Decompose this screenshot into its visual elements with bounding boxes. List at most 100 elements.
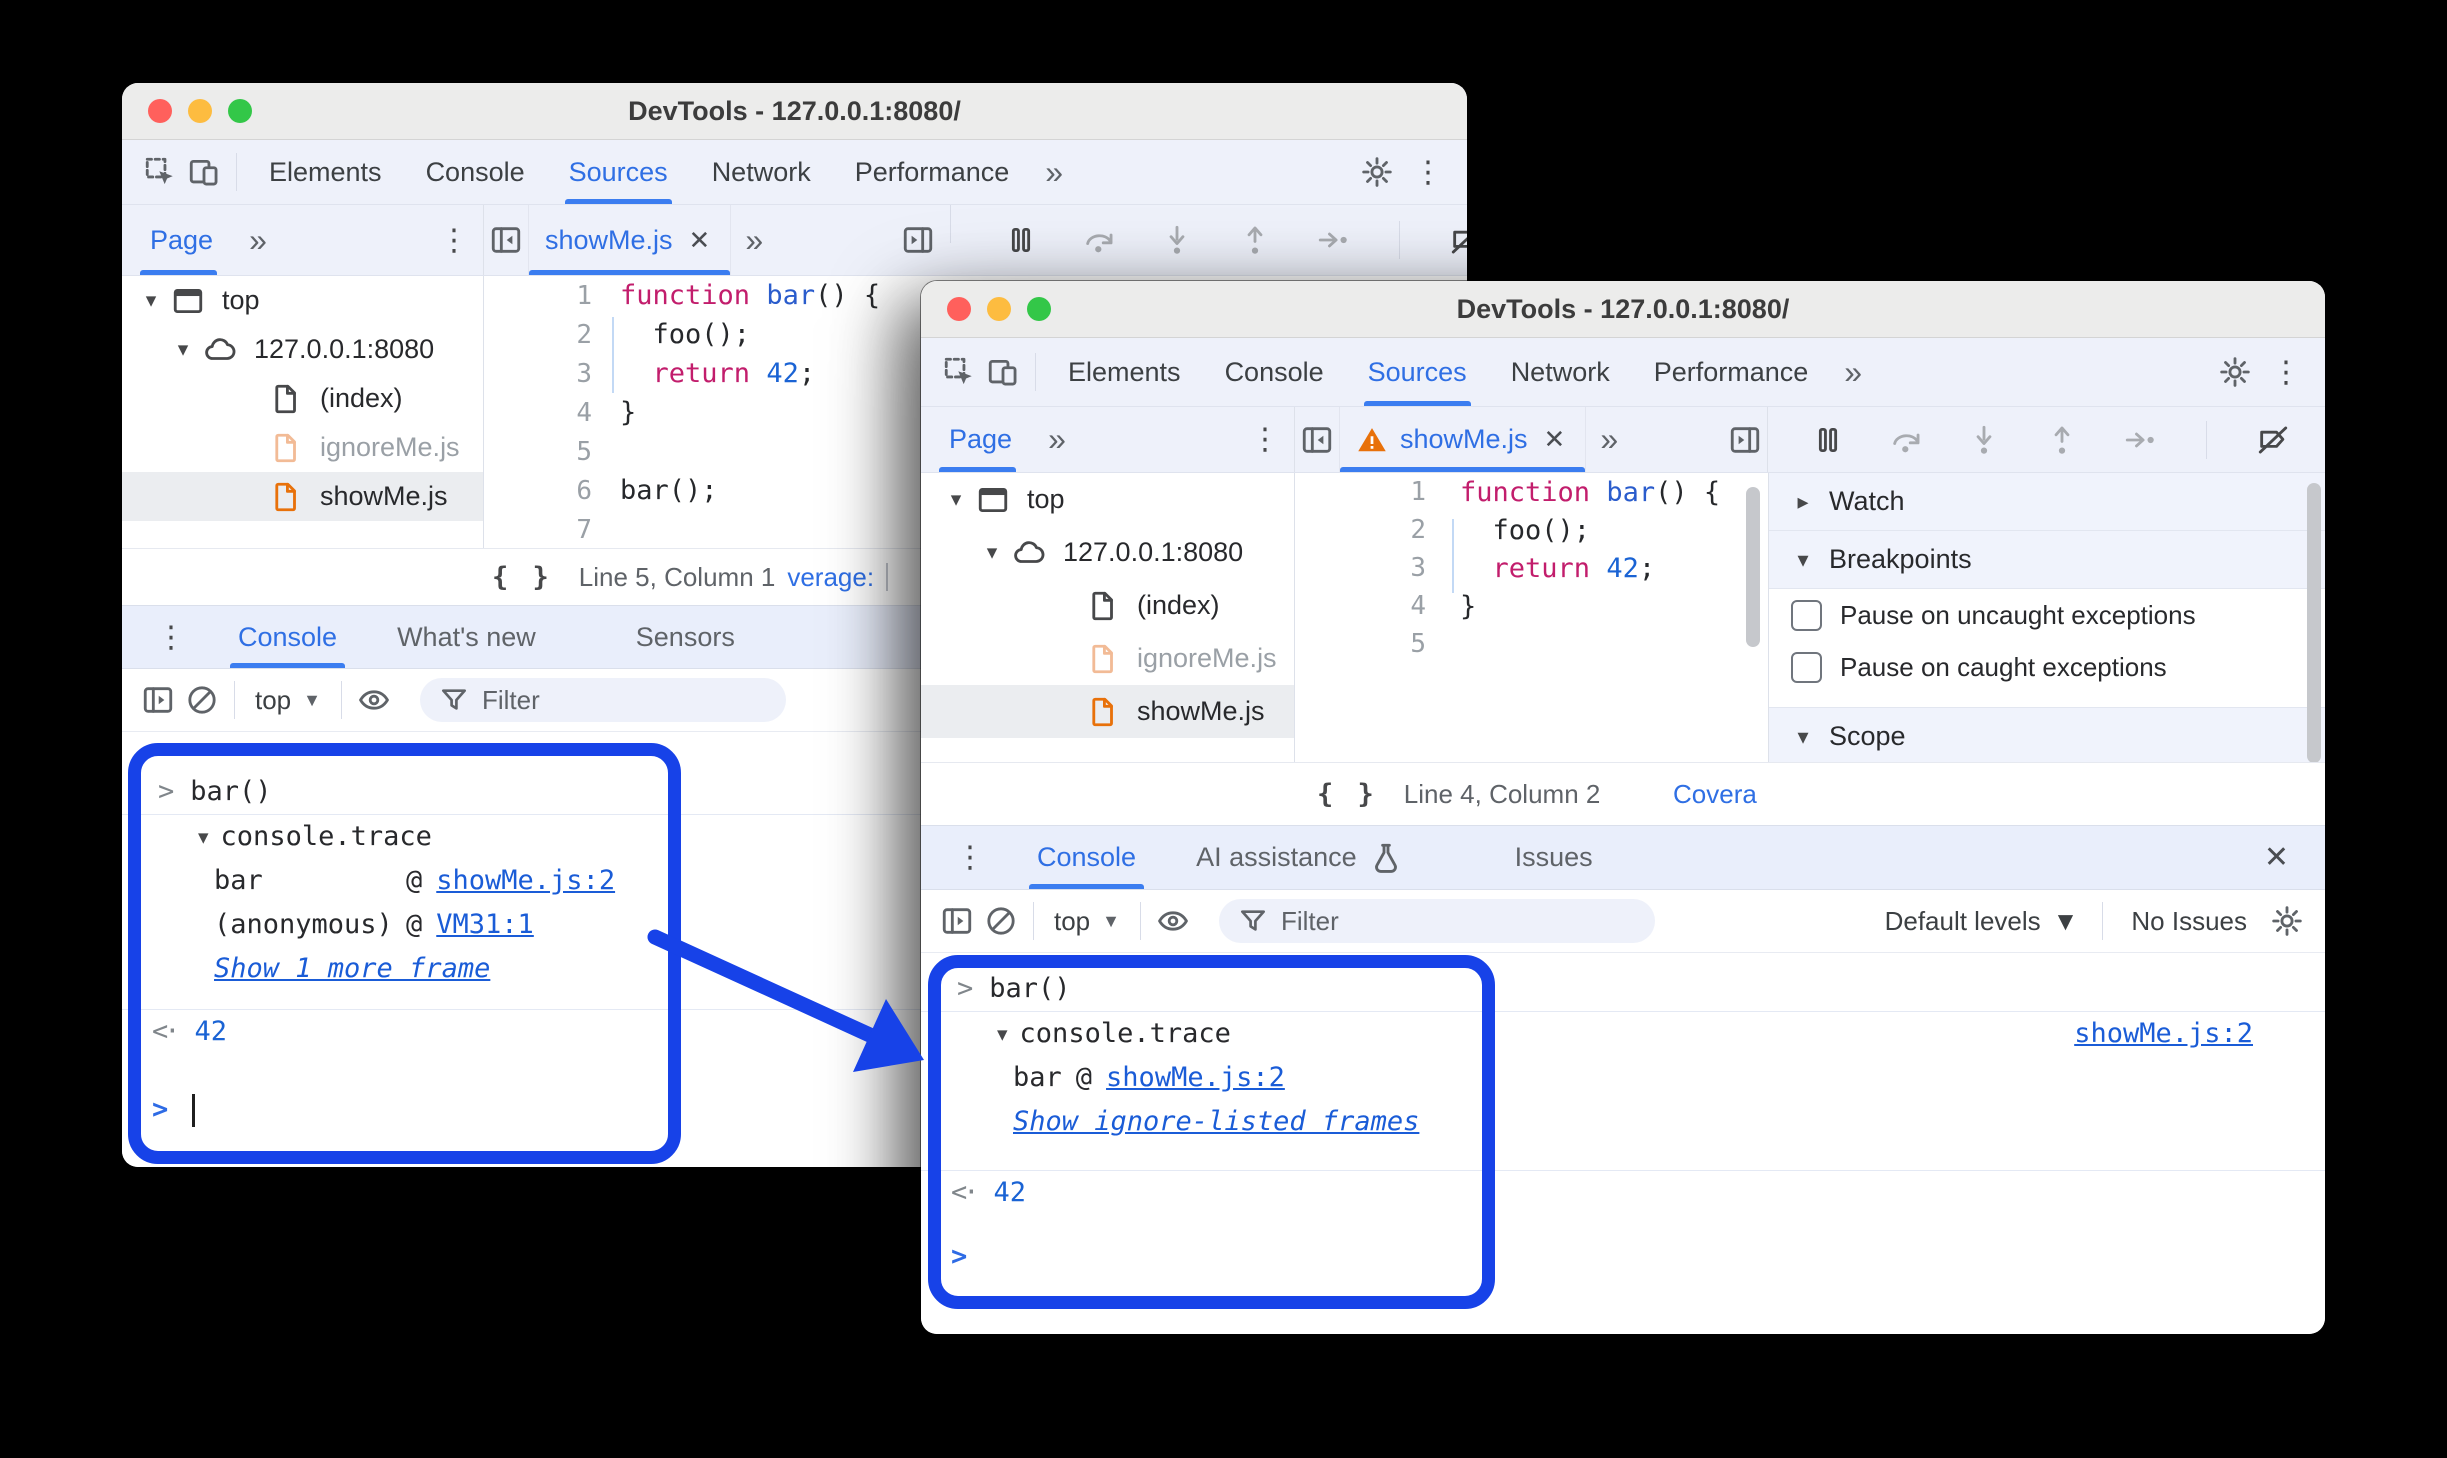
drawer-tab-console[interactable]: Console xyxy=(1029,826,1145,889)
breakpoints-section-header[interactable]: ▾ Breakpoints xyxy=(1769,531,2325,589)
close-window-button[interactable] xyxy=(947,297,971,321)
drawer-kebab-menu-icon[interactable]: ⋮ xyxy=(142,620,200,655)
more-file-tabs-icon[interactable]: » xyxy=(731,222,777,259)
stack-frame-link[interactable]: showMe.js:2 xyxy=(436,864,615,898)
tree-item--index-[interactable]: (index) xyxy=(921,579,1294,632)
coverage-link[interactable]: Covera xyxy=(1673,779,1769,810)
sidebar-scrollbar[interactable] xyxy=(2307,483,2321,762)
step-into-icon[interactable] xyxy=(1962,418,2006,462)
deactivate-breakpoints-icon[interactable] xyxy=(2251,418,2295,462)
editor-scrollbar[interactable] xyxy=(1746,487,1760,647)
settings-gear-icon[interactable] xyxy=(1355,150,1399,194)
tree-item-127-0-0-1-8080[interactable]: ▾ 127.0.0.1:8080 xyxy=(122,325,483,374)
scope-section-header[interactable]: ▾ Scope xyxy=(1769,707,2325,762)
tree-item-top[interactable]: ▾ top xyxy=(921,473,1294,526)
pause-script-icon[interactable] xyxy=(1806,418,1850,462)
tree-item-showme-js[interactable]: showMe.js xyxy=(122,472,483,521)
inspect-element-icon[interactable] xyxy=(937,350,981,394)
console-row-prompt[interactable]: > xyxy=(921,1235,2325,1279)
show-debugger-panel-icon[interactable] xyxy=(896,218,940,262)
tab-console[interactable]: Console xyxy=(404,140,547,204)
line-number[interactable]: 6 xyxy=(484,476,592,506)
file-tab-showmejs[interactable]: showMe.js ✕ xyxy=(528,205,732,275)
console-sidebar-toggle-icon[interactable] xyxy=(935,899,979,943)
create-live-expression-icon[interactable] xyxy=(1151,899,1195,943)
code-line-3[interactable]: 3 return 42; xyxy=(1295,549,1768,587)
console-sidebar-toggle-icon[interactable] xyxy=(136,678,180,722)
console-settings-gear-icon[interactable] xyxy=(2265,899,2309,943)
line-number[interactable]: 5 xyxy=(484,437,592,467)
execution-context-selector[interactable]: top ▼ xyxy=(1044,906,1130,937)
clear-console-icon[interactable] xyxy=(979,899,1023,943)
pause-script-icon[interactable] xyxy=(999,218,1043,262)
issues-status[interactable]: No Issues xyxy=(2113,906,2265,937)
code-line-5[interactable]: 5 xyxy=(1295,625,1768,663)
tab-page[interactable]: Page xyxy=(122,205,235,275)
tab-performance[interactable]: Performance xyxy=(833,140,1032,204)
checkbox-unchecked[interactable] xyxy=(1791,599,1822,631)
close-tab-icon[interactable]: ✕ xyxy=(1540,424,1570,455)
tree-item-top[interactable]: ▾ top xyxy=(122,276,483,325)
tree-item--index-[interactable]: (index) xyxy=(122,374,483,423)
checkbox-unchecked[interactable] xyxy=(1791,651,1822,683)
device-toolbar-icon[interactable] xyxy=(182,150,226,194)
navigator-kebab-menu-icon[interactable]: ⋮ xyxy=(425,223,483,258)
tab-sources[interactable]: Sources xyxy=(1346,338,1489,406)
collapse-panel-icon[interactable] xyxy=(484,218,528,262)
chevron-down-icon[interactable]: ▾ xyxy=(136,288,166,313)
code-editor[interactable]: 1 function bar() {2 foo(); 3 return 42; 4} 5 xyxy=(1295,473,1769,762)
drawer-tab-issues[interactable]: Issues xyxy=(1507,826,1601,889)
log-levels-selector[interactable]: Default levels ▼ xyxy=(1871,906,2093,937)
tree-item-127-0-0-1-8080[interactable]: ▾ 127.0.0.1:8080 xyxy=(921,526,1294,579)
tab-console[interactable]: Console xyxy=(1203,338,1346,406)
drawer-tab-console[interactable]: Console xyxy=(230,606,346,668)
filter-input[interactable] xyxy=(479,683,768,717)
pause-caught-row[interactable]: Pause on caught exceptions xyxy=(1769,641,2325,693)
tab-sources[interactable]: Sources xyxy=(547,140,690,204)
tab-network[interactable]: Network xyxy=(1489,338,1632,406)
chevron-down-icon[interactable]: ▾ xyxy=(977,540,1007,565)
watch-section-header[interactable]: ▸ Watch xyxy=(1769,473,2325,531)
drawer-kebab-menu-icon[interactable]: ⋮ xyxy=(941,840,999,875)
code-line-1[interactable]: 1 function bar() { xyxy=(1295,473,1768,511)
source-location-link[interactable]: showMe.js:2 xyxy=(2074,1017,2253,1051)
collapse-panel-icon[interactable] xyxy=(1295,418,1339,462)
chevron-down-icon[interactable]: ▾ xyxy=(941,487,971,512)
step-into-icon[interactable] xyxy=(1155,218,1199,262)
line-number[interactable]: 2 xyxy=(484,320,592,350)
zoom-window-button[interactable] xyxy=(228,99,252,123)
line-number[interactable]: 3 xyxy=(1295,553,1426,583)
chevron-down-icon[interactable]: ▾ xyxy=(168,337,198,362)
show-more-frames-link[interactable]: Show 1 more frame xyxy=(214,952,490,986)
file-tab-showmejs[interactable]: showMe.js ✕ xyxy=(1339,407,1587,472)
line-number[interactable]: 4 xyxy=(1295,591,1426,621)
execution-context-selector[interactable]: top ▼ xyxy=(245,685,331,716)
minimize-window-button[interactable] xyxy=(188,99,212,123)
more-navigator-tabs-icon[interactable]: » xyxy=(1034,421,1080,458)
tab-page[interactable]: Page xyxy=(921,407,1034,472)
coverage-link[interactable]: verage: xyxy=(787,562,874,593)
tree-item-showme-js[interactable]: showMe.js xyxy=(921,685,1294,738)
stack-frame-link[interactable]: showMe.js:2 xyxy=(1106,1061,1285,1095)
console-filter[interactable] xyxy=(1218,899,1655,943)
drawer-tab-sensors[interactable]: Sensors xyxy=(628,606,743,668)
step-over-icon[interactable] xyxy=(1077,218,1121,262)
tab-performance[interactable]: Performance xyxy=(1632,338,1831,406)
close-window-button[interactable] xyxy=(148,99,172,123)
line-number[interactable]: 5 xyxy=(1295,629,1426,659)
line-number[interactable]: 1 xyxy=(1295,477,1426,507)
tree-item-ignoreme-js[interactable]: ignoreMe.js xyxy=(921,632,1294,685)
console-filter[interactable] xyxy=(419,678,786,722)
more-panels-icon[interactable]: » xyxy=(1830,354,1876,391)
navigator-kebab-menu-icon[interactable]: ⋮ xyxy=(1236,422,1294,457)
deactivate-breakpoints-icon[interactable] xyxy=(1444,218,1467,262)
drawer-tab-whats-new[interactable]: What's new xyxy=(389,606,544,668)
inspect-element-icon[interactable] xyxy=(138,150,182,194)
step-out-icon[interactable] xyxy=(1233,218,1277,262)
kebab-menu-icon[interactable]: ⋮ xyxy=(2257,355,2315,390)
line-number[interactable]: 1 xyxy=(484,281,592,311)
pause-uncaught-row[interactable]: Pause on uncaught exceptions xyxy=(1769,589,2325,641)
drawer-tab-ai-assistance[interactable]: AI assistance xyxy=(1188,826,1411,889)
code-line-2[interactable]: 2 foo(); xyxy=(1295,511,1768,549)
clear-console-icon[interactable] xyxy=(180,678,224,722)
